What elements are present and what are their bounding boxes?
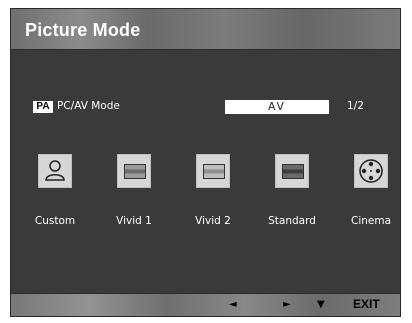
person-icon[interactable] <box>38 154 72 188</box>
screen-icon[interactable] <box>196 154 230 188</box>
preset-label: Custom <box>34 215 76 227</box>
preset-vivid-1[interactable]: Vivid 1 <box>102 154 166 227</box>
pc-av-mode-row[interactable]: PA PC/AV Mode AV 1/2 <box>33 99 383 117</box>
pc-av-mode-value[interactable]: AV <box>225 100 329 114</box>
left-arrow-button[interactable]: ◄ <box>229 298 237 312</box>
page-title: Picture Mode <box>25 20 141 40</box>
title-bar: Picture Mode <box>11 9 400 50</box>
screen-icon[interactable] <box>275 154 309 188</box>
exit-button[interactable]: EXIT <box>353 297 380 311</box>
down-arrow-button[interactable]: ▼ <box>317 298 325 312</box>
screen-icon[interactable] <box>117 154 151 188</box>
film-reel-icon[interactable] <box>354 154 388 188</box>
preset-vivid-2[interactable]: Vivid 2 <box>181 154 245 227</box>
preset-label: Cinema <box>350 215 392 227</box>
pa-icon: PA <box>33 101 53 113</box>
osd-window: Picture Mode PA PC/AV Mode AV 1/2 Custom… <box>10 8 401 317</box>
pc-av-mode-label: PC/AV Mode <box>57 100 120 112</box>
right-arrow-button[interactable]: ► <box>283 298 291 312</box>
preset-custom[interactable]: Custom <box>23 154 87 227</box>
page-indicator: 1/2 <box>347 100 364 112</box>
preset-cinema[interactable]: Cinema <box>339 154 403 227</box>
preset-label: Vivid 2 <box>195 215 231 227</box>
preset-standard[interactable]: Standard <box>260 154 324 227</box>
preset-label: Standard <box>268 215 316 227</box>
bottom-nav-bar: ◄ ► ▼ EXIT <box>11 293 400 316</box>
preset-label: Vivid 1 <box>116 215 152 227</box>
